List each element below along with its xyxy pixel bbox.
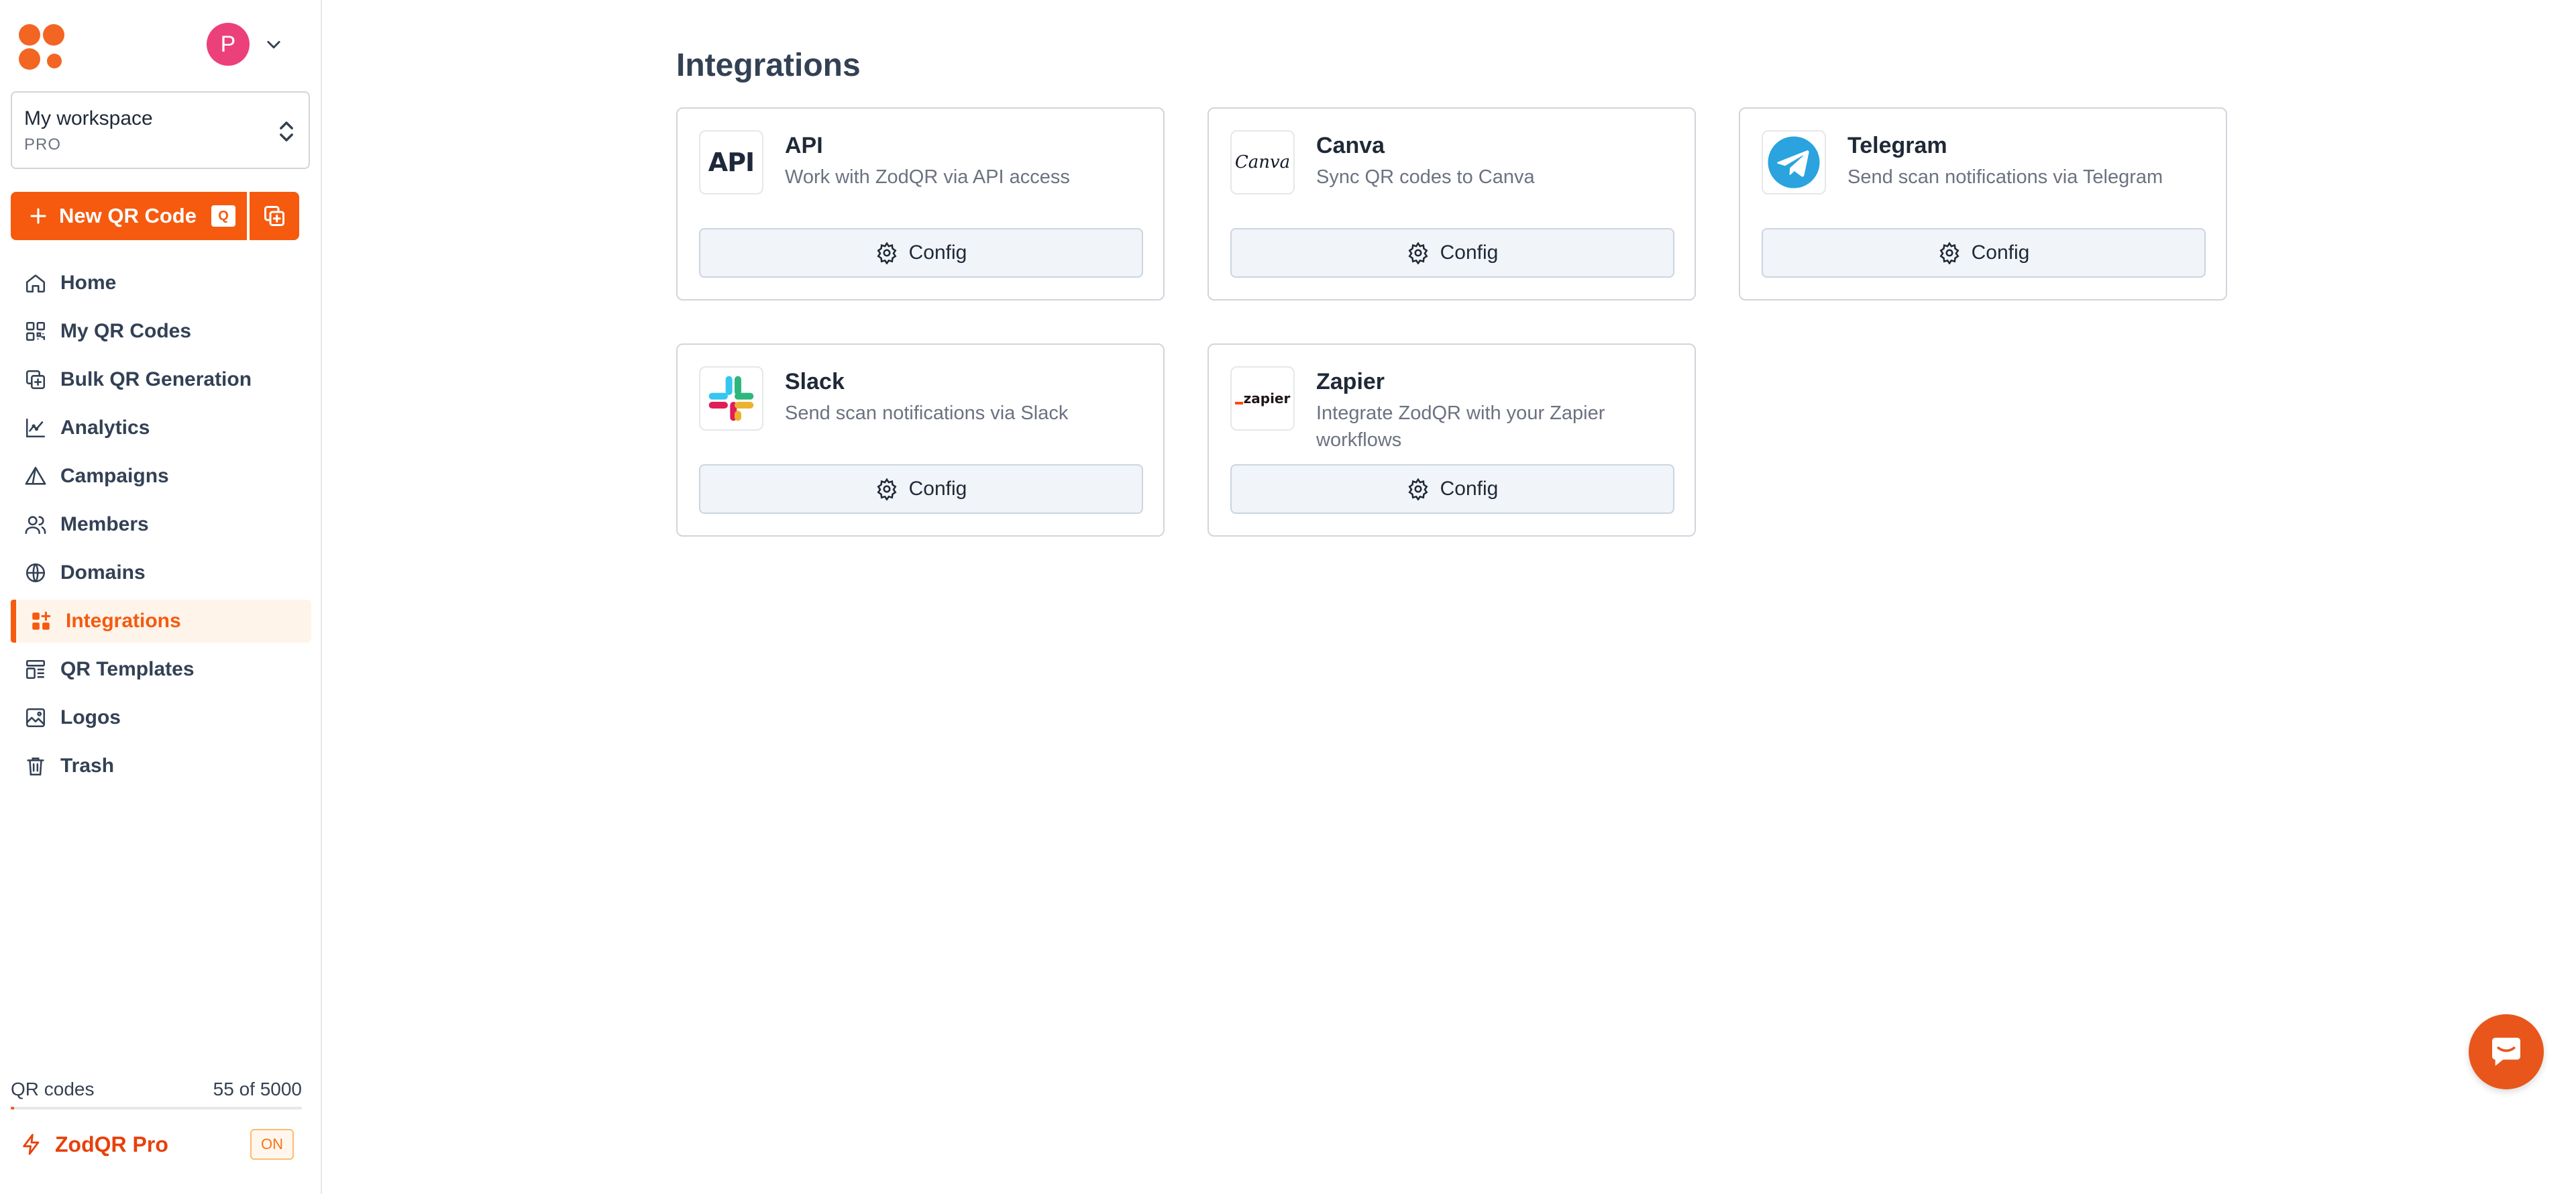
telegram-icon [1762,130,1826,195]
sidebar-item-trash[interactable]: Trash [11,745,311,788]
chevron-down-icon[interactable] [264,35,283,54]
trash-icon [27,757,44,776]
integration-card-telegram: Telegram Send scan notifications via Tel… [1739,107,2227,301]
pro-status-badge: ON [250,1129,294,1160]
sidebar-item-qr-templates[interactable]: QR Templates [11,648,311,691]
config-button-zapier[interactable]: Config [1230,464,1674,514]
home-icon [25,274,46,293]
gear-icon [1939,241,1960,264]
image-icon [25,708,46,728]
gear-icon [1408,241,1428,264]
integration-title: Zapier [1316,369,1385,394]
qr-usage: QR codes 55 of 5000 [11,1079,302,1109]
integration-title: Telegram [1847,133,1947,158]
bulk-copy-icon [25,370,46,390]
brand-logo[interactable] [19,24,67,70]
sidebar-item-integrations[interactable]: Integrations [11,600,311,643]
avatar[interactable]: P [207,23,250,66]
integration-description: Work with ZodQR via API access [785,166,1070,188]
config-label: Config [908,478,967,500]
api-icon: API [699,130,763,195]
config-button-telegram[interactable]: Config [1762,228,2206,278]
sidebar-item-domains[interactable]: Domains [11,551,311,594]
gear-icon [877,241,897,264]
usage-label: QR codes [11,1079,95,1099]
sidebar-item-my-qr-codes[interactable]: My QR Codes [11,310,311,353]
lightning-icon [23,1134,40,1155]
integration-card-zapier: zapier Zapier Integrate ZodQR with your … [1208,343,1696,537]
sidebar-item-home[interactable]: Home [11,262,311,305]
canva-icon: Canva [1230,130,1295,195]
config-button-slack[interactable]: Config [699,464,1143,514]
new-qr-code-label: New QR Code [59,204,197,227]
sidebar-item-label: Bulk QR Generation [60,368,252,390]
usage-progress-bar [11,1107,302,1109]
sidebar-item-label: Campaigns [60,465,169,487]
campaign-icon [25,466,46,485]
shortcut-badge: Q [211,205,235,227]
chevron-up-down-icon [280,121,293,142]
integration-title: Slack [785,369,845,394]
account-menu[interactable]: P [207,23,283,66]
config-label: Config [1440,478,1499,500]
duplicate-qr-button[interactable] [250,192,299,240]
config-label: Config [1971,241,2030,264]
integrations-icon [32,611,51,630]
sidebar-item-label: QR Templates [60,658,195,680]
workspace-plan: PRO [24,135,62,154]
page-title: Integrations [676,48,861,83]
pro-plan-label: ZodQR Pro [55,1132,168,1156]
usage-count: 55 of 5000 [213,1079,302,1099]
chat-icon [2492,1038,2520,1066]
integration-title: Canva [1316,133,1385,158]
zapier-icon: zapier [1230,366,1295,431]
workspace-switcher[interactable]: My workspace PRO [11,91,310,169]
integration-card-api: API API Work with ZodQR via API access C… [676,107,1165,301]
plus-icon [30,208,46,224]
sidebar-item-label: Home [60,272,117,294]
sidebar-item-campaigns[interactable]: Campaigns [11,455,311,498]
sidebar-item-label: Analytics [60,417,150,439]
config-label: Config [908,241,967,264]
integration-card-slack: Slack Send scan notifications via Slack … [676,343,1165,537]
integration-description: Integrate ZodQR with your Zapier workflo… [1316,402,1605,451]
pro-plan-row[interactable]: ZodQR Pro ON [11,1124,302,1164]
integration-description: Send scan notifications via Telegram [1847,166,2163,188]
main-nav: Home My QR Codes Bulk QR Generation Anal… [11,262,311,793]
members-icon [25,516,46,535]
sidebar-item-logos[interactable]: Logos [11,696,311,739]
sidebar: P My workspace PRO New QR Code Q Home My… [0,0,322,1194]
integration-title: API [785,133,823,158]
sidebar-item-analytics[interactable]: Analytics [11,406,311,449]
sidebar-item-members[interactable]: Members [11,503,311,546]
sidebar-item-label: Trash [60,755,115,777]
workspace-name: My workspace [24,107,153,129]
config-button-api[interactable]: Config [699,228,1143,278]
copy-plus-icon [264,206,284,226]
usage-progress-fill [11,1107,14,1109]
sidebar-item-label: Logos [60,706,121,728]
qr-grid-icon [25,321,46,341]
sidebar-item-bulk-qr-generation[interactable]: Bulk QR Generation [11,358,311,401]
support-chat-button[interactable] [2469,1014,2544,1089]
globe-icon [25,563,46,583]
gear-icon [1408,478,1428,500]
template-icon [25,659,46,680]
new-qr-code-button[interactable]: New QR Code Q [11,192,247,240]
gear-icon [877,478,897,500]
integration-description: Send scan notifications via Slack [785,402,1069,424]
config-button-canva[interactable]: Config [1230,228,1674,278]
sidebar-item-label: Members [60,513,149,535]
config-label: Config [1440,241,1499,264]
integration-card-canva: Canva Canva Sync QR codes to Canva Confi… [1208,107,1696,301]
sidebar-item-label: Integrations [66,610,181,632]
integration-description: Sync QR codes to Canva [1316,166,1535,188]
sidebar-item-label: Domains [60,561,146,584]
sidebar-item-label: My QR Codes [60,320,192,342]
analytics-icon [25,418,46,438]
slack-icon [699,366,763,431]
